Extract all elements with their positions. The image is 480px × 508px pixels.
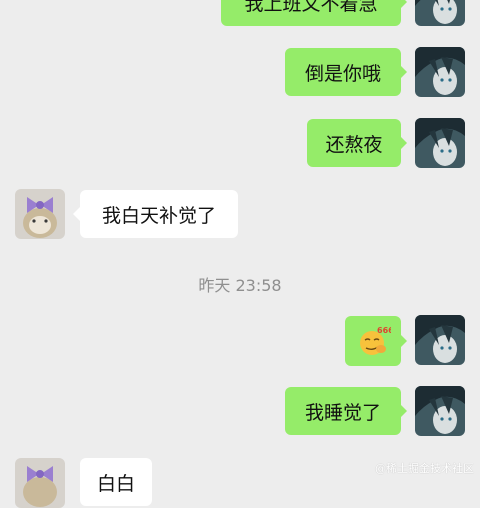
- message-text: 倒是你哦: [304, 62, 381, 85]
- message-text: 白白: [96, 472, 135, 495]
- my-avatar[interactable]: [415, 315, 465, 365]
- my-avatar[interactable]: [415, 47, 465, 97]
- message-bubble-sent[interactable]: 我睡觉了: [285, 387, 401, 435]
- my-avatar[interactable]: [415, 386, 465, 436]
- svg-text:666: 666: [377, 326, 391, 335]
- message-text: 我睡觉了: [304, 401, 381, 424]
- my-avatar[interactable]: [415, 118, 465, 168]
- 666-emoji-icon: 666: [360, 326, 391, 355]
- bubble-tail: [400, 65, 407, 79]
- message-bubble-received[interactable]: 我白天补觉了: [80, 190, 238, 238]
- message-text: 我上班又不着急: [244, 0, 378, 15]
- bubble-tail: [400, 136, 407, 150]
- contact-avatar[interactable]: [15, 189, 65, 239]
- message-bubble-sent[interactable]: 还熬夜: [307, 119, 401, 167]
- bubble-tail: [400, 404, 407, 418]
- bubble-tail: [400, 0, 407, 9]
- message-bubble-received[interactable]: 白白: [80, 458, 152, 506]
- message-text: 还熬夜: [325, 133, 383, 156]
- message-text: 我白天补觉了: [101, 204, 216, 227]
- contact-avatar[interactable]: [15, 458, 65, 508]
- message-bubble-sent[interactable]: 倒是你哦: [285, 48, 401, 96]
- watermark: @稀土掘金技术社区: [375, 462, 474, 475]
- timestamp: 昨天 23:58: [198, 276, 282, 295]
- message-bubble-sent[interactable]: 我上班又不着急: [221, 0, 401, 26]
- my-avatar[interactable]: [415, 0, 465, 26]
- bubble-tail: [73, 207, 80, 221]
- message-bubble-sticker[interactable]: 666: [345, 316, 401, 366]
- bubble-tail: [400, 334, 407, 348]
